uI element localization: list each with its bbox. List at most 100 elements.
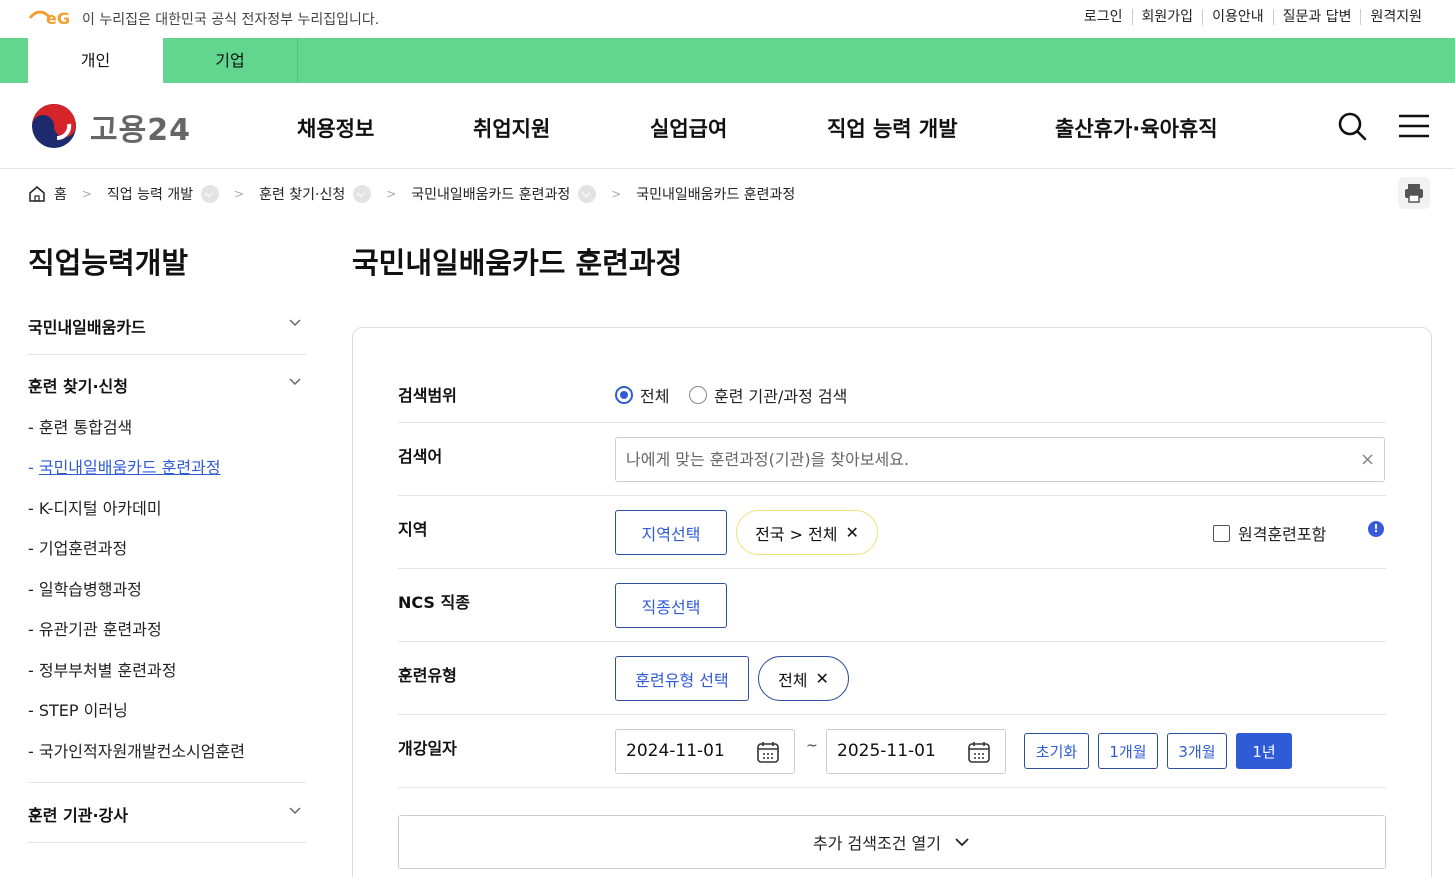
tab-business[interactable]: 기업 — [163, 38, 298, 83]
lnb-sub-item[interactable]: - K-디지털 아카데미 — [28, 495, 162, 519]
scope-label: 검색범위 — [398, 386, 457, 405]
gnb-unemployment-benefit[interactable]: 실업급여 — [650, 113, 727, 143]
period-3month-button[interactable]: 3개월 — [1167, 733, 1227, 769]
remote-training-checkbox[interactable]: 원격훈련포함 — [1213, 521, 1326, 545]
site-logo-text[interactable]: 고용24 — [90, 105, 191, 149]
ncs-select-button[interactable]: 직종선택 — [615, 583, 727, 628]
chevron-down-circle-icon[interactable] — [201, 185, 220, 203]
tab-personal[interactable]: 개인 — [28, 38, 163, 83]
lnb-group-training-search[interactable]: 훈련 찾기·신청 — [28, 373, 306, 397]
remote-support-link[interactable]: 원격지원 — [1360, 9, 1431, 25]
site-header: 고용24 채용정보 취업지원 실업급여 직업 능력 개발 출산휴가·육아휴직 — [0, 83, 1455, 169]
date-value: 2024-11-01 — [626, 741, 725, 761]
lnb-sub-item[interactable]: - 훈련 통합검색 — [28, 414, 132, 438]
keyword-label: 검색어 — [398, 447, 443, 466]
lnb-sub-item[interactable]: - 유관기관 훈련과정 — [28, 616, 162, 640]
chevron-right-icon: > — [81, 187, 92, 201]
lnb-group-label: 국민내일배움카드 — [28, 318, 146, 337]
taegeuk-logo-icon[interactable] — [29, 102, 79, 150]
chevron-down-icon — [289, 807, 301, 815]
gnb-skills-development[interactable]: 직업 능력 개발 — [827, 113, 958, 143]
ncs-label: NCS 직종 — [398, 593, 470, 612]
breadcrumb-current: 국민내일배움카드 훈련과정 — [636, 184, 795, 204]
printer-icon — [1405, 184, 1423, 203]
period-reset-button[interactable]: 초기화 — [1024, 733, 1089, 769]
chevron-right-icon: > — [386, 187, 397, 201]
gnb-jobs[interactable]: 채용정보 — [297, 113, 374, 143]
scope-radio-all[interactable]: 전체 — [615, 383, 669, 407]
more-search-options-button[interactable]: 추가 검색조건 열기 — [398, 815, 1386, 869]
checkbox-label: 원격훈련포함 — [1238, 525, 1327, 544]
gnb-employment-support[interactable]: 취업지원 — [473, 113, 550, 143]
chevron-down-icon — [289, 319, 301, 327]
date-from-input[interactable]: 2024-11-01 — [615, 729, 795, 774]
chip-label: 전국 > 전체 — [755, 524, 838, 544]
signup-link[interactable]: 회원가입 — [1131, 9, 1203, 25]
page-title: 국민내일배움카드 훈련과정 — [352, 246, 683, 280]
utility-links: 로그인 회원가입 이용안내 질문과 답변 원격지원 — [1075, 9, 1431, 25]
lnb-sub-item-active[interactable]: - 국민내일배움카드 훈련과정 — [28, 454, 221, 478]
gnb-maternity-parental-leave[interactable]: 출산휴가·육아휴직 — [1055, 113, 1218, 143]
lnb-divider — [28, 354, 306, 355]
eg-logo-icon: eG — [28, 9, 70, 28]
print-button[interactable] — [1398, 177, 1430, 209]
period-1month-button[interactable]: 1개월 — [1098, 733, 1158, 769]
calendar-icon[interactable] — [756, 740, 780, 764]
row-divider — [398, 787, 1386, 788]
svg-text:eG: eG — [46, 9, 70, 28]
breadcrumb-item[interactable]: 국민내일배움카드 훈련과정 — [411, 184, 597, 204]
chevron-down-icon — [289, 378, 301, 386]
chevron-down-circle-icon[interactable] — [578, 185, 597, 203]
chevron-down-icon — [955, 838, 969, 847]
breadcrumb-label: 국민내일배움카드 훈련과정 — [636, 187, 796, 203]
scope-radio-institution[interactable]: 훈련 기관/과정 검색 — [689, 383, 847, 407]
remove-icon[interactable]: ✕ — [846, 523, 859, 542]
gov-notice-bar: eG 이 누리집은 대한민국 공식 전자정부 누리집입니다. 로그인 회원가입 … — [0, 0, 1455, 38]
breadcrumb-label: 훈련 찾기·신청 — [259, 187, 346, 203]
start-date-label: 개강일자 — [398, 739, 457, 758]
lnb-sub-item[interactable]: - STEP 이러닝 — [28, 697, 128, 721]
row-divider — [398, 568, 1386, 569]
lnb-sub-item[interactable]: - 기업훈련과정 — [28, 535, 127, 559]
breadcrumb-home[interactable]: 홈 — [28, 184, 67, 204]
breadcrumb-item[interactable]: 직업 능력 개발 — [107, 184, 220, 204]
radio-label: 훈련 기관/과정 검색 — [714, 387, 848, 406]
breadcrumb-item[interactable]: 훈련 찾기·신청 — [259, 184, 372, 204]
training-type-label: 훈련유형 — [398, 666, 457, 685]
radio-label: 전체 — [640, 387, 670, 406]
training-type-select-button[interactable]: 훈련유형 선택 — [615, 656, 749, 701]
qna-link[interactable]: 질문과 답변 — [1272, 9, 1361, 25]
date-to-input[interactable]: 2025-11-01 — [826, 729, 1006, 774]
training-type-chip[interactable]: 전체 ✕ — [758, 656, 849, 701]
lnb-sub-item[interactable]: - 정부부처별 훈련과정 — [28, 657, 176, 681]
checkbox-unchecked-icon — [1213, 524, 1230, 542]
user-type-tabs: 개인 기업 — [0, 38, 1455, 83]
breadcrumb-label: 국민내일배움카드 훈련과정 — [411, 187, 571, 203]
lnb-group-label: 훈련 찾기·신청 — [28, 377, 128, 396]
region-select-button[interactable]: 지역선택 — [615, 510, 727, 555]
keyword-input[interactable] — [615, 437, 1385, 482]
calendar-icon[interactable] — [967, 740, 991, 764]
lnb-group-institution-instructor[interactable]: 훈련 기관·강사 — [28, 802, 306, 826]
lnb-sub-item[interactable]: - 국가인적자원개발컨소시엄훈련 — [28, 738, 245, 762]
breadcrumb: 홈 > 직업 능력 개발 > 훈련 찾기·신청 > 국민내일배움카드 훈련과정 … — [28, 183, 795, 205]
lnb-divider — [28, 782, 306, 783]
search-icon[interactable] — [1335, 109, 1369, 143]
chevron-down-circle-icon[interactable] — [353, 185, 372, 203]
lnb-divider — [28, 842, 306, 843]
chevron-right-icon: > — [611, 187, 622, 201]
info-icon[interactable]: ! — [1368, 521, 1384, 537]
clear-icon[interactable]: × — [1360, 449, 1375, 470]
row-divider — [398, 641, 1386, 642]
date-value: 2025-11-01 — [837, 741, 936, 761]
login-link[interactable]: 로그인 — [1075, 9, 1132, 25]
lnb-sub-item[interactable]: - 일학습병행과정 — [28, 576, 142, 600]
chip-label: 전체 — [778, 670, 808, 690]
period-1year-button[interactable]: 1년 — [1236, 733, 1292, 769]
remove-icon[interactable]: ✕ — [816, 669, 829, 688]
region-label: 지역 — [398, 520, 428, 539]
lnb-group-national-card[interactable]: 국민내일배움카드 — [28, 314, 306, 338]
guide-link[interactable]: 이용안내 — [1202, 9, 1273, 25]
menu-icon[interactable] — [1397, 109, 1431, 143]
region-chip[interactable]: 전국 > 전체 ✕ — [736, 510, 878, 555]
